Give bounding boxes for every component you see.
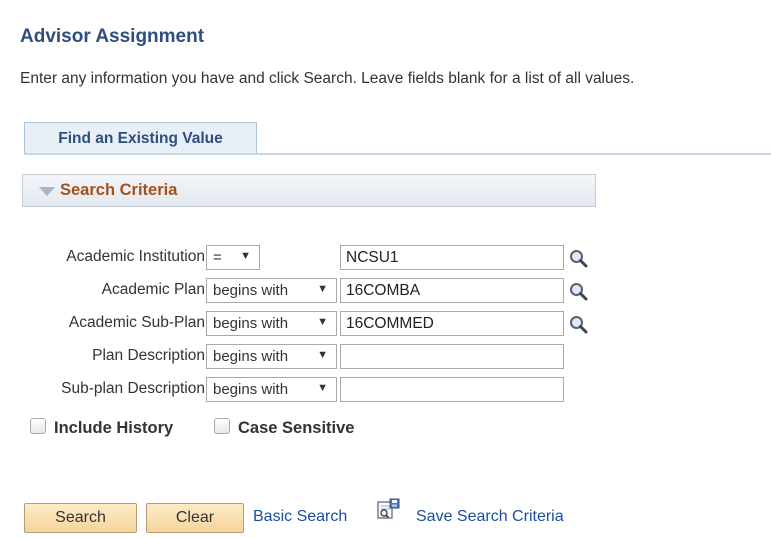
tab-underline [24,153,771,155]
save-search-criteria-link[interactable]: Save Search Criteria [416,508,564,526]
tab-find-existing-value[interactable]: Find an Existing Value [24,122,257,154]
basic-search-link[interactable]: Basic Search [253,508,347,526]
sub-plan-description-label: Sub-plan Description [61,380,205,397]
magnifier-icon[interactable] [568,314,590,336]
plan-description-input[interactable] [340,344,564,369]
triangle-down-icon [39,187,55,196]
plan-description-operator-select[interactable]: begins with ▼ [206,344,337,369]
search-button[interactable]: Search [24,503,137,533]
page-title: Advisor Assignment [20,26,205,47]
save-criteria-icon[interactable] [377,498,401,522]
chevron-down-icon: ▼ [317,382,328,394]
chevron-down-icon: ▼ [240,250,251,262]
include-history-label: Include History [54,419,174,437]
sub-plan-description-operator-select[interactable]: begins with ▼ [206,377,337,402]
include-history-checkbox[interactable] [30,418,46,434]
operator-value: begins with [213,381,289,398]
case-sensitive-checkbox[interactable] [214,418,230,434]
sub-plan-description-input[interactable] [340,377,564,402]
search-criteria-header[interactable]: Search Criteria [22,174,596,207]
operator-value: = [213,249,222,266]
academic-sub-plan-operator-select[interactable]: begins with ▼ [206,311,337,336]
academic-plan-input[interactable]: 16COMBA [340,278,564,303]
clear-button[interactable]: Clear [146,503,244,533]
instructions-text: Enter any information you have and click… [20,70,635,87]
case-sensitive-label: Case Sensitive [238,419,355,437]
academic-plan-operator-select[interactable]: begins with ▼ [206,278,337,303]
academic-plan-label: Academic Plan [101,281,205,298]
chevron-down-icon: ▼ [317,283,328,295]
magnifier-icon[interactable] [568,248,590,270]
search-criteria-label: Search Criteria [60,181,178,199]
academic-sub-plan-label: Academic Sub-Plan [68,314,205,331]
operator-value: begins with [213,282,289,299]
academic-institution-input[interactable]: NCSU1 [340,245,564,270]
chevron-down-icon: ▼ [317,349,328,361]
operator-value: begins with [213,315,289,332]
plan-description-label: Plan Description [92,347,205,364]
academic-sub-plan-input[interactable]: 16COMMED [340,311,564,336]
operator-value: begins with [213,348,289,365]
chevron-down-icon: ▼ [317,316,328,328]
academic-institution-operator-select[interactable]: = ▼ [206,245,260,270]
academic-institution-label: Academic Institution [66,248,205,265]
magnifier-icon[interactable] [568,281,590,303]
